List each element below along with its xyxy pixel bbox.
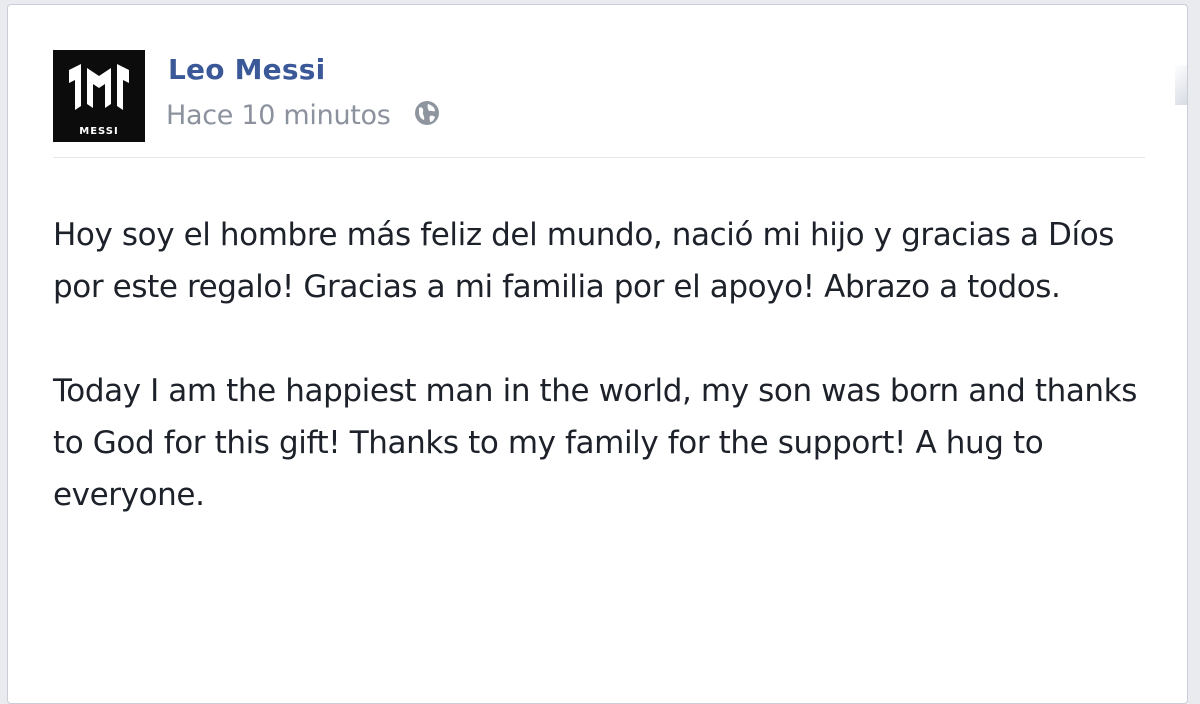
post-paragraph-spanish: Hoy soy el hombre más feliz del mundo, n… xyxy=(53,217,1115,305)
card-edge-shadow xyxy=(1175,65,1187,105)
header-divider xyxy=(53,157,1145,158)
globe-icon[interactable] xyxy=(413,99,441,131)
post-card: MESSI Leo Messi Hace 10 minutos Hoy soy … xyxy=(7,4,1188,704)
avatar-logo-text: MESSI xyxy=(79,126,118,137)
post-meta: Hace 10 minutos xyxy=(166,99,441,131)
avatar[interactable]: MESSI xyxy=(53,50,145,142)
messi-logo-icon: MESSI xyxy=(53,50,145,142)
author-name-link[interactable]: Leo Messi xyxy=(168,53,325,86)
post-body: Hoy soy el hombre más feliz del mundo, n… xyxy=(53,209,1143,573)
timestamp-link[interactable]: Hace 10 minutos xyxy=(166,100,391,131)
post-paragraph-english: Today I am the happiest man in the world… xyxy=(53,373,1137,513)
